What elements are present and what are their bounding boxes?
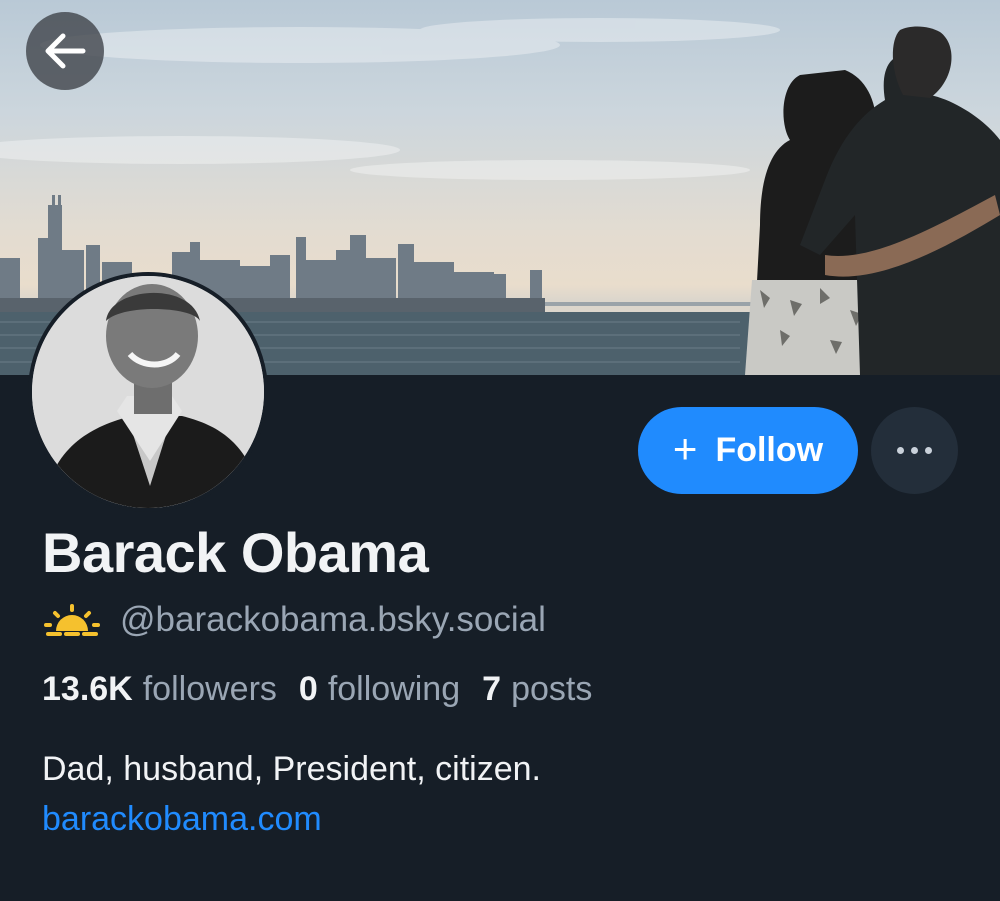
followers-count[interactable]: 13.6K <box>42 670 133 709</box>
profile-stats: 13.6K followers 0 following 7 posts <box>42 670 614 709</box>
arrow-left-icon <box>45 33 86 69</box>
posts-label: posts <box>511 670 593 708</box>
handle-row: @barackobama.bsky.social <box>44 600 546 640</box>
more-options-button[interactable] <box>871 407 958 494</box>
posts-count: 7 <box>482 670 502 708</box>
follow-label: Follow <box>715 431 824 469</box>
website-link[interactable]: barackobama.com <box>42 800 322 839</box>
back-button[interactable] <box>26 12 104 90</box>
followers-label[interactable]: followers <box>143 670 277 709</box>
display-name: Barack Obama <box>42 521 429 584</box>
sun-icon <box>44 604 100 636</box>
follow-button[interactable]: + Follow <box>638 407 858 494</box>
following-count[interactable]: 0 <box>299 670 318 709</box>
following-label[interactable]: following <box>328 670 460 709</box>
ellipsis-icon <box>897 447 932 454</box>
plus-icon: + <box>672 424 698 472</box>
profile-bio: Dad, husband, President, citizen. <box>42 750 541 788</box>
handle: @barackobama.bsky.social <box>120 600 546 639</box>
avatar[interactable] <box>28 272 268 512</box>
